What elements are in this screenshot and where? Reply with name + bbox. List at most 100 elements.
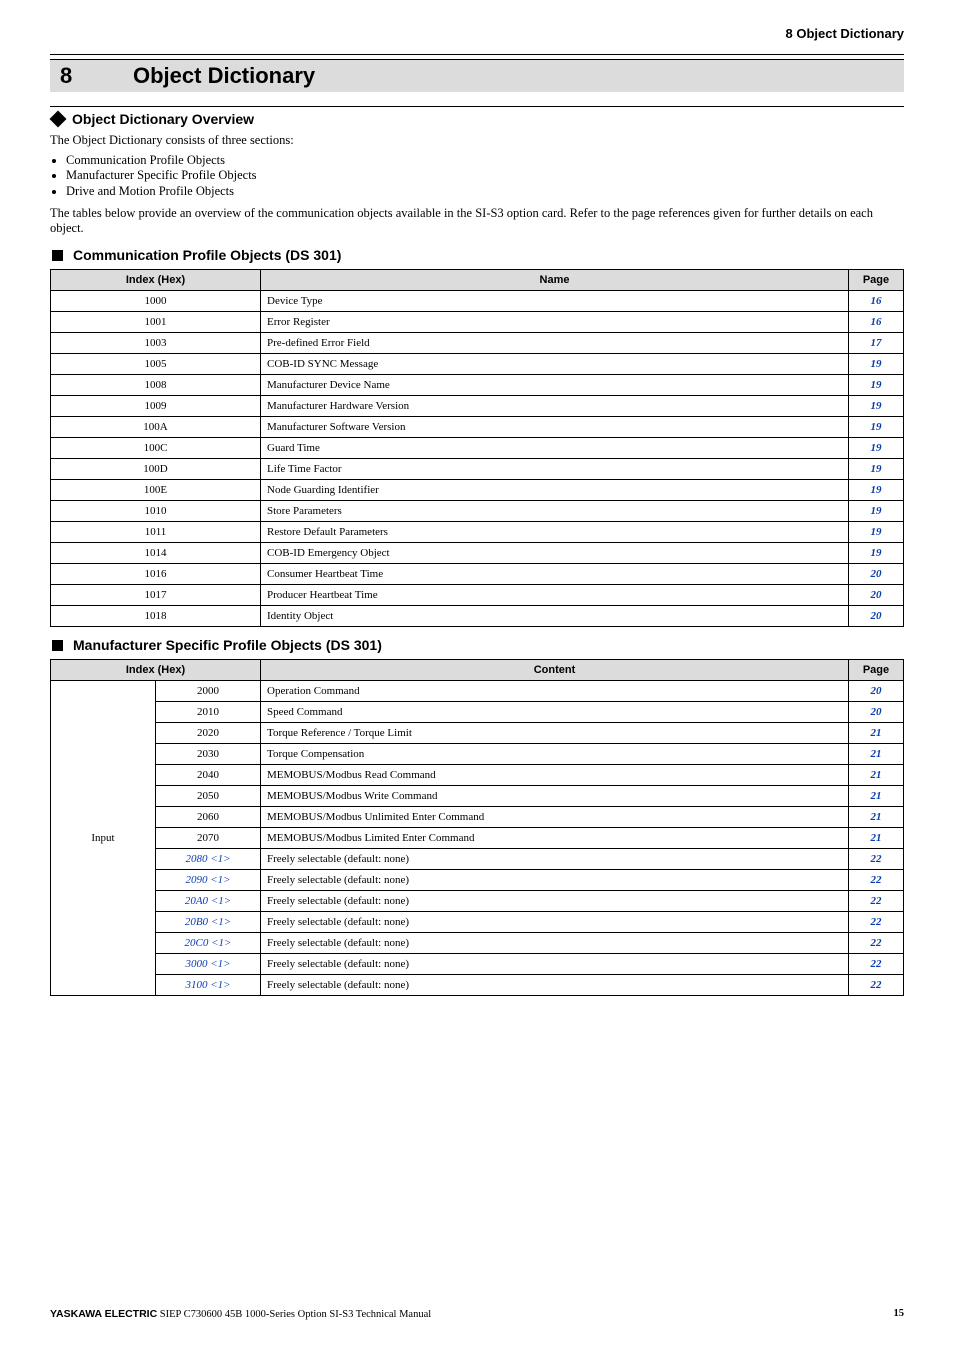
table-row: 2090 <1>Freely selectable (default: none… bbox=[51, 869, 904, 890]
cell-group-label: Input bbox=[51, 680, 156, 995]
cell-name: Manufacturer Device Name bbox=[261, 374, 849, 395]
col-header-page: Page bbox=[849, 659, 904, 680]
cell-index: 2090 <1> bbox=[156, 869, 261, 890]
comm-table-heading: Communication Profile Objects (DS 301) bbox=[50, 247, 904, 263]
cell-index: 20A0 <1> bbox=[156, 890, 261, 911]
cell-page[interactable]: 21 bbox=[849, 785, 904, 806]
cell-page[interactable]: 20 bbox=[849, 680, 904, 701]
table-row: 1001Error Register16 bbox=[51, 311, 904, 332]
cell-name: Identity Object bbox=[261, 605, 849, 626]
square-icon bbox=[52, 640, 63, 651]
cell-index: 1003 bbox=[51, 332, 261, 353]
cell-index: 20B0 <1> bbox=[156, 911, 261, 932]
cell-name: Guard Time bbox=[261, 437, 849, 458]
cell-index: 2080 <1> bbox=[156, 848, 261, 869]
cell-page[interactable]: 21 bbox=[849, 827, 904, 848]
cell-name: Device Type bbox=[261, 290, 849, 311]
manu-table-heading-text: Manufacturer Specific Profile Objects (D… bbox=[73, 637, 382, 653]
cell-index: 1017 bbox=[51, 584, 261, 605]
col-header-name: Name bbox=[261, 269, 849, 290]
table-row: 2060MEMOBUS/Modbus Unlimited Enter Comma… bbox=[51, 806, 904, 827]
table-row: 2080 <1>Freely selectable (default: none… bbox=[51, 848, 904, 869]
table-row: 2040MEMOBUS/Modbus Read Command21 bbox=[51, 764, 904, 785]
cell-index: 1001 bbox=[51, 311, 261, 332]
cell-index: 2040 bbox=[156, 764, 261, 785]
cell-name: COB-ID SYNC Message bbox=[261, 353, 849, 374]
table-row: 100AManufacturer Software Version19 bbox=[51, 416, 904, 437]
cell-page[interactable]: 20 bbox=[849, 701, 904, 722]
cell-content: Freely selectable (default: none) bbox=[261, 911, 849, 932]
cell-content: Freely selectable (default: none) bbox=[261, 974, 849, 995]
header-rule bbox=[50, 54, 904, 55]
cell-page[interactable]: 19 bbox=[849, 353, 904, 374]
cell-name: Pre-defined Error Field bbox=[261, 332, 849, 353]
table-row: 2010Speed Command20 bbox=[51, 701, 904, 722]
table-row: 1000Device Type16 bbox=[51, 290, 904, 311]
cell-page[interactable]: 21 bbox=[849, 722, 904, 743]
cell-page[interactable]: 22 bbox=[849, 974, 904, 995]
cell-page[interactable]: 19 bbox=[849, 458, 904, 479]
table-row: 1011Restore Default Parameters19 bbox=[51, 521, 904, 542]
cell-page[interactable]: 19 bbox=[849, 395, 904, 416]
cell-page[interactable]: 22 bbox=[849, 911, 904, 932]
cell-page[interactable]: 19 bbox=[849, 374, 904, 395]
cell-index: 2020 bbox=[156, 722, 261, 743]
cell-content: Torque Compensation bbox=[261, 743, 849, 764]
cell-page[interactable]: 21 bbox=[849, 764, 904, 785]
table-row: 1008Manufacturer Device Name19 bbox=[51, 374, 904, 395]
chapter-heading-bar: 8 Object Dictionary bbox=[50, 59, 904, 92]
list-item: Drive and Motion Profile Objects bbox=[66, 184, 904, 200]
table-row: 2070MEMOBUS/Modbus Limited Enter Command… bbox=[51, 827, 904, 848]
cell-page[interactable]: 20 bbox=[849, 563, 904, 584]
cell-content: Freely selectable (default: none) bbox=[261, 890, 849, 911]
page-footer: YASKAWA ELECTRIC SIEP C730600 45B 1000-S… bbox=[50, 1308, 904, 1320]
cell-page[interactable]: 22 bbox=[849, 890, 904, 911]
table-row: 1003Pre-defined Error Field17 bbox=[51, 332, 904, 353]
cell-name: Manufacturer Hardware Version bbox=[261, 395, 849, 416]
table-row: 3100 <1>Freely selectable (default: none… bbox=[51, 974, 904, 995]
cell-content: MEMOBUS/Modbus Write Command bbox=[261, 785, 849, 806]
cell-page[interactable]: 22 bbox=[849, 932, 904, 953]
cell-page[interactable]: 21 bbox=[849, 806, 904, 827]
square-icon bbox=[52, 250, 63, 261]
cell-page[interactable]: 22 bbox=[849, 848, 904, 869]
overview-heading-text: Object Dictionary Overview bbox=[72, 111, 254, 127]
cell-content: Freely selectable (default: none) bbox=[261, 848, 849, 869]
cell-page[interactable]: 19 bbox=[849, 437, 904, 458]
col-header-index: Index (Hex) bbox=[51, 269, 261, 290]
cell-page[interactable]: 20 bbox=[849, 605, 904, 626]
cell-page[interactable]: 19 bbox=[849, 542, 904, 563]
cell-page[interactable]: 19 bbox=[849, 416, 904, 437]
cell-page[interactable]: 22 bbox=[849, 869, 904, 890]
cell-page[interactable]: 17 bbox=[849, 332, 904, 353]
cell-page[interactable]: 19 bbox=[849, 500, 904, 521]
cell-page[interactable]: 22 bbox=[849, 953, 904, 974]
cell-page[interactable]: 16 bbox=[849, 290, 904, 311]
cell-page[interactable]: 16 bbox=[849, 311, 904, 332]
cell-page[interactable]: 19 bbox=[849, 479, 904, 500]
cell-page[interactable]: 20 bbox=[849, 584, 904, 605]
table-row: 1005COB-ID SYNC Message19 bbox=[51, 353, 904, 374]
col-header-index: Index (Hex) bbox=[51, 659, 261, 680]
cell-page[interactable]: 19 bbox=[849, 521, 904, 542]
table-row: 1016Consumer Heartbeat Time20 bbox=[51, 563, 904, 584]
cell-index: 3000 <1> bbox=[156, 953, 261, 974]
table-row: Input2000Operation Command20 bbox=[51, 680, 904, 701]
cell-content: Freely selectable (default: none) bbox=[261, 932, 849, 953]
subsection-rule bbox=[50, 106, 904, 107]
cell-name: Consumer Heartbeat Time bbox=[261, 563, 849, 584]
cell-index: 3100 <1> bbox=[156, 974, 261, 995]
cell-index: 1000 bbox=[51, 290, 261, 311]
cell-index: 2000 bbox=[156, 680, 261, 701]
overview-bullet-list: Communication Profile Objects Manufactur… bbox=[54, 153, 904, 200]
cell-index: 1014 bbox=[51, 542, 261, 563]
table-row: 2050MEMOBUS/Modbus Write Command21 bbox=[51, 785, 904, 806]
cell-page[interactable]: 21 bbox=[849, 743, 904, 764]
cell-content: MEMOBUS/Modbus Read Command bbox=[261, 764, 849, 785]
table-row: 1018Identity Object20 bbox=[51, 605, 904, 626]
diamond-icon bbox=[50, 111, 67, 128]
cell-content: MEMOBUS/Modbus Limited Enter Command bbox=[261, 827, 849, 848]
cell-content: Freely selectable (default: none) bbox=[261, 869, 849, 890]
cell-name: Error Register bbox=[261, 311, 849, 332]
overview-followup: The tables below provide an overview of … bbox=[50, 206, 904, 237]
